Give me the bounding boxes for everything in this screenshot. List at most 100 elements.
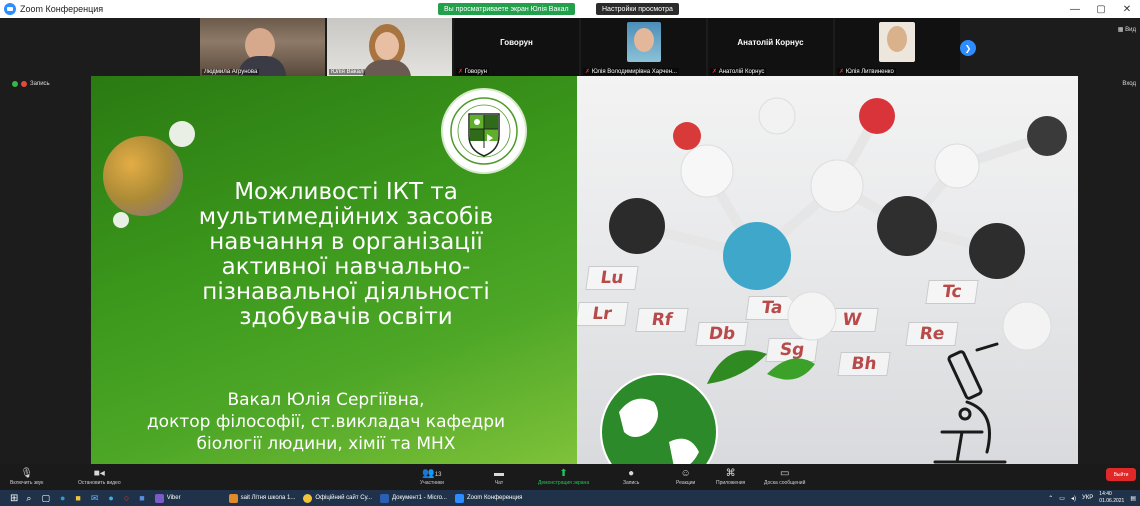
toolbar-label: Реакции [676,480,696,486]
toolbar-label: Чат [494,480,504,486]
toolbar-label: Доска сообщений [764,480,806,486]
store-icon[interactable]: ■ [139,493,144,503]
participant-tile[interactable]: Людмила Агрунова [200,18,325,76]
tray-chevron-icon[interactable]: ⌃ [1048,495,1053,502]
taskbar-app-label: Viber [166,495,181,501]
decor-circle [113,212,129,228]
viber-icon [154,493,164,503]
microscope-icon [933,342,1007,464]
clock[interactable]: 14:40 01.06.2021 [1099,491,1124,505]
taskbar-app-viber[interactable]: Viber [154,493,181,503]
language-indicator[interactable]: УКР [1082,495,1093,501]
next-page-icon[interactable]: ❯ [960,40,976,56]
taskbar-app-site[interactable]: sait Літня школа 1... [228,493,296,503]
taskbar-app-label: Zoom Конференция [466,495,523,501]
apps-icon: ⌘ [725,468,736,479]
participants-button[interactable]: 👥13 Участники [420,467,444,486]
share-screen-button[interactable]: ⬆ Демонстрация экрана [538,467,589,486]
toolbar-label: Участники [420,480,444,486]
slide-title-line: пізнавальної діяльності [202,279,490,305]
leave-meeting-button[interactable]: Выйти [1106,468,1136,481]
slide-title-line: здобувачів освіти [239,304,453,330]
record-button[interactable]: ● Запись [623,467,639,486]
chat-icon: ▬ [494,468,504,479]
muted-mic-icon: ✗ [839,69,846,75]
stop-video-button[interactable]: ■◂ Остановить видео [78,467,121,486]
clock-date: 01.06.2021 [1099,498,1125,504]
toolbar-label: Остановить видео [78,480,121,486]
muted-mic-icon: ✗ [712,69,719,75]
toolbar-label: Запись [623,480,640,486]
participant-video [200,18,325,76]
task-view-icon[interactable]: ▢ [41,493,50,504]
share-screen-icon: ⬆ [559,468,568,479]
video-icon: ■◂ [93,468,105,479]
participant-tile[interactable]: ✗ Юлія Володимирівна Харчен... [581,18,706,76]
zoom-app-icon [4,3,16,15]
participant-center-name: Говорун [500,38,533,47]
university-emblem-icon [441,88,527,174]
taskbar-app-label: Офіційний сайт Су... [315,495,372,501]
taskbar-app-browser[interactable]: Офіційний сайт Су... [303,493,372,503]
share-banner-text: Вы просматриваете экран Юлія Вакал [444,5,569,13]
unmute-button[interactable]: 🎙 Включить звук [10,467,43,486]
search-icon[interactable]: ⌕ [26,493,31,504]
muted-mic-icon: ✗ [585,69,592,75]
opera-icon[interactable]: ○ [124,493,129,503]
slide-title-line: Можливості ІКТ та [234,179,458,205]
recording-indicator: Запись [12,81,50,87]
close-icon[interactable]: ✕ [1114,0,1140,18]
taskbar-app-zoom[interactable]: Zoom Конференция [454,493,523,503]
globe-icon [600,373,718,464]
right-panel-label: Вход [1122,81,1136,87]
participant-tile[interactable]: Говорун ✗ Говорун [454,18,579,76]
zoom-icon [454,493,464,503]
screen-share-banner[interactable]: Вы просматриваете экран Юлія Вакал [438,3,575,15]
participant-name: Людмила Агрунова [202,69,260,75]
participant-name: ✗ Говорун [456,68,489,75]
window-titlebar: Zoom Конференция Вы просматриваете экран… [0,0,1140,18]
view-options-label: Настройки просмотра [602,5,673,13]
author-line: біології людини, хімії та МНХ [196,434,456,454]
edge-icon[interactable]: ● [108,493,113,503]
record-dot-icon [21,81,27,87]
chat-button[interactable]: ▬ Чат [494,467,504,486]
slide-image-panel: Lu Lr Rf Db Sg Bh Ta W Re Tc [577,76,1078,464]
slide-title: Можливості ІКТ та мультимедійних засобів… [161,180,531,330]
maximize-icon[interactable]: ▢ [1088,0,1114,18]
participants-icon: 👥13 [422,468,442,479]
browser-icon[interactable]: ● [60,493,65,503]
shared-screen-slide: Можливості ІКТ та мультимедійних засобів… [91,76,1078,464]
reactions-icon: ☺ [680,468,691,479]
minimize-icon[interactable]: — [1062,0,1088,18]
taskbar-app-label: sait Літня школа 1... [240,495,296,501]
notification-icon[interactable]: ▤ [1130,495,1136,502]
file-explorer-icon[interactable]: ■ [75,493,80,503]
network-icon[interactable]: ▭ [1059,495,1065,502]
toolbar-label: Включить звук [10,480,44,486]
toolbar-label: Демонстрация экрана [538,480,590,486]
whiteboard-icon: ▭ [779,468,790,479]
author-line: доктор філософії, ст.викладач кафедри [146,412,506,432]
mail-icon[interactable]: ✉ [91,493,99,504]
participant-name: ✗ Юлія Володимирівна Харчен... [583,68,680,75]
view-button[interactable]: ▦ Вид [1118,26,1136,33]
apps-button[interactable]: ⌘ Приложения [716,467,745,486]
participant-center-name: Анатолій Корнус [737,38,804,47]
muted-mic-icon: ✗ [458,69,465,75]
view-options-button[interactable]: Настройки просмотра [596,3,679,15]
toolbar-label: Приложения [716,480,746,486]
slide-title-line: активної навчально- [221,254,471,280]
participant-name: ✗ Анатолій Корнус [710,68,767,75]
taskbar-app-word[interactable]: Документ1 - Micro... [379,493,447,503]
whiteboard-button[interactable]: ▭ Доска сообщений [764,467,805,486]
decor-circle [169,121,195,147]
participant-tile[interactable]: ✗ Юлія Литвиненко [835,18,960,76]
participant-tile[interactable]: Юлія Вакал [327,18,452,76]
volume-icon[interactable]: ◂) [1071,495,1076,502]
windows-start-icon[interactable]: ⊞ [10,493,18,504]
participant-tile[interactable]: Анатолій Корнус ✗ Анатолій Корнус [708,18,833,76]
reactions-button[interactable]: ☺ Реакции [676,467,695,486]
author-line: Вакал Юлія Сергіївна, [227,390,425,410]
taskbar-app-label: Документ1 - Micro... [391,495,447,501]
